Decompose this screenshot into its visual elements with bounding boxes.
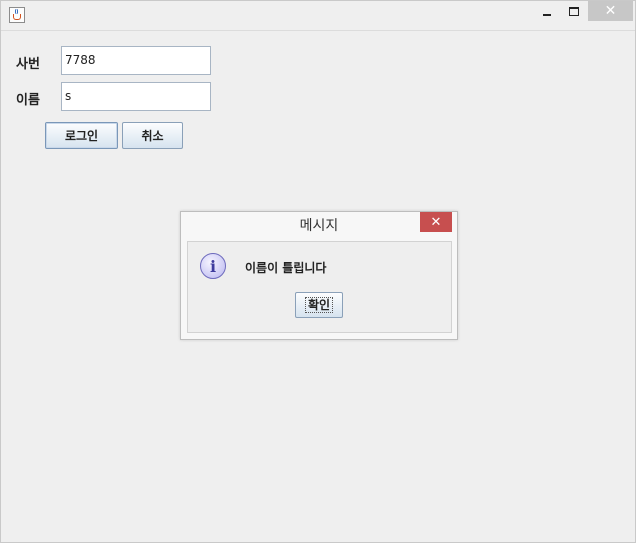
message-dialog: 메시지 ✕ i 이름이 틀립니다 확인 (180, 211, 458, 340)
cancel-button[interactable]: 취소 (122, 122, 183, 149)
ok-button-label: 확인 (304, 297, 334, 313)
close-icon: ✕ (430, 214, 442, 230)
ok-button[interactable]: 확인 (295, 292, 343, 318)
title-bar[interactable]: ✕ (1, 1, 635, 31)
java-app-icon (9, 7, 25, 23)
minimize-button[interactable] (533, 1, 561, 21)
employee-no-label: 사번 (16, 57, 40, 72)
minimize-icon (543, 14, 551, 16)
info-icon: i (200, 253, 226, 279)
close-icon: ✕ (604, 3, 617, 19)
close-button[interactable]: ✕ (588, 1, 633, 21)
main-window: ✕ 사번 7788 이름 s 로그인 취소 메시지 ✕ i 이름이 틀립니다 확… (0, 0, 636, 543)
maximize-icon (569, 6, 579, 16)
login-button[interactable]: 로그인 (45, 122, 118, 149)
maximize-button[interactable] (561, 1, 587, 21)
dialog-close-button[interactable]: ✕ (420, 212, 452, 232)
dialog-body: i 이름이 틀립니다 확인 (187, 241, 452, 333)
name-input[interactable]: s (61, 82, 211, 111)
employee-no-input[interactable]: 7788 (61, 46, 211, 75)
name-label: 이름 (16, 93, 40, 108)
dialog-title[interactable]: 메시지 (181, 212, 457, 240)
cup-shape (13, 14, 21, 20)
info-icon-glyph: i (209, 256, 217, 276)
dialog-message: 이름이 틀립니다 (245, 261, 327, 275)
